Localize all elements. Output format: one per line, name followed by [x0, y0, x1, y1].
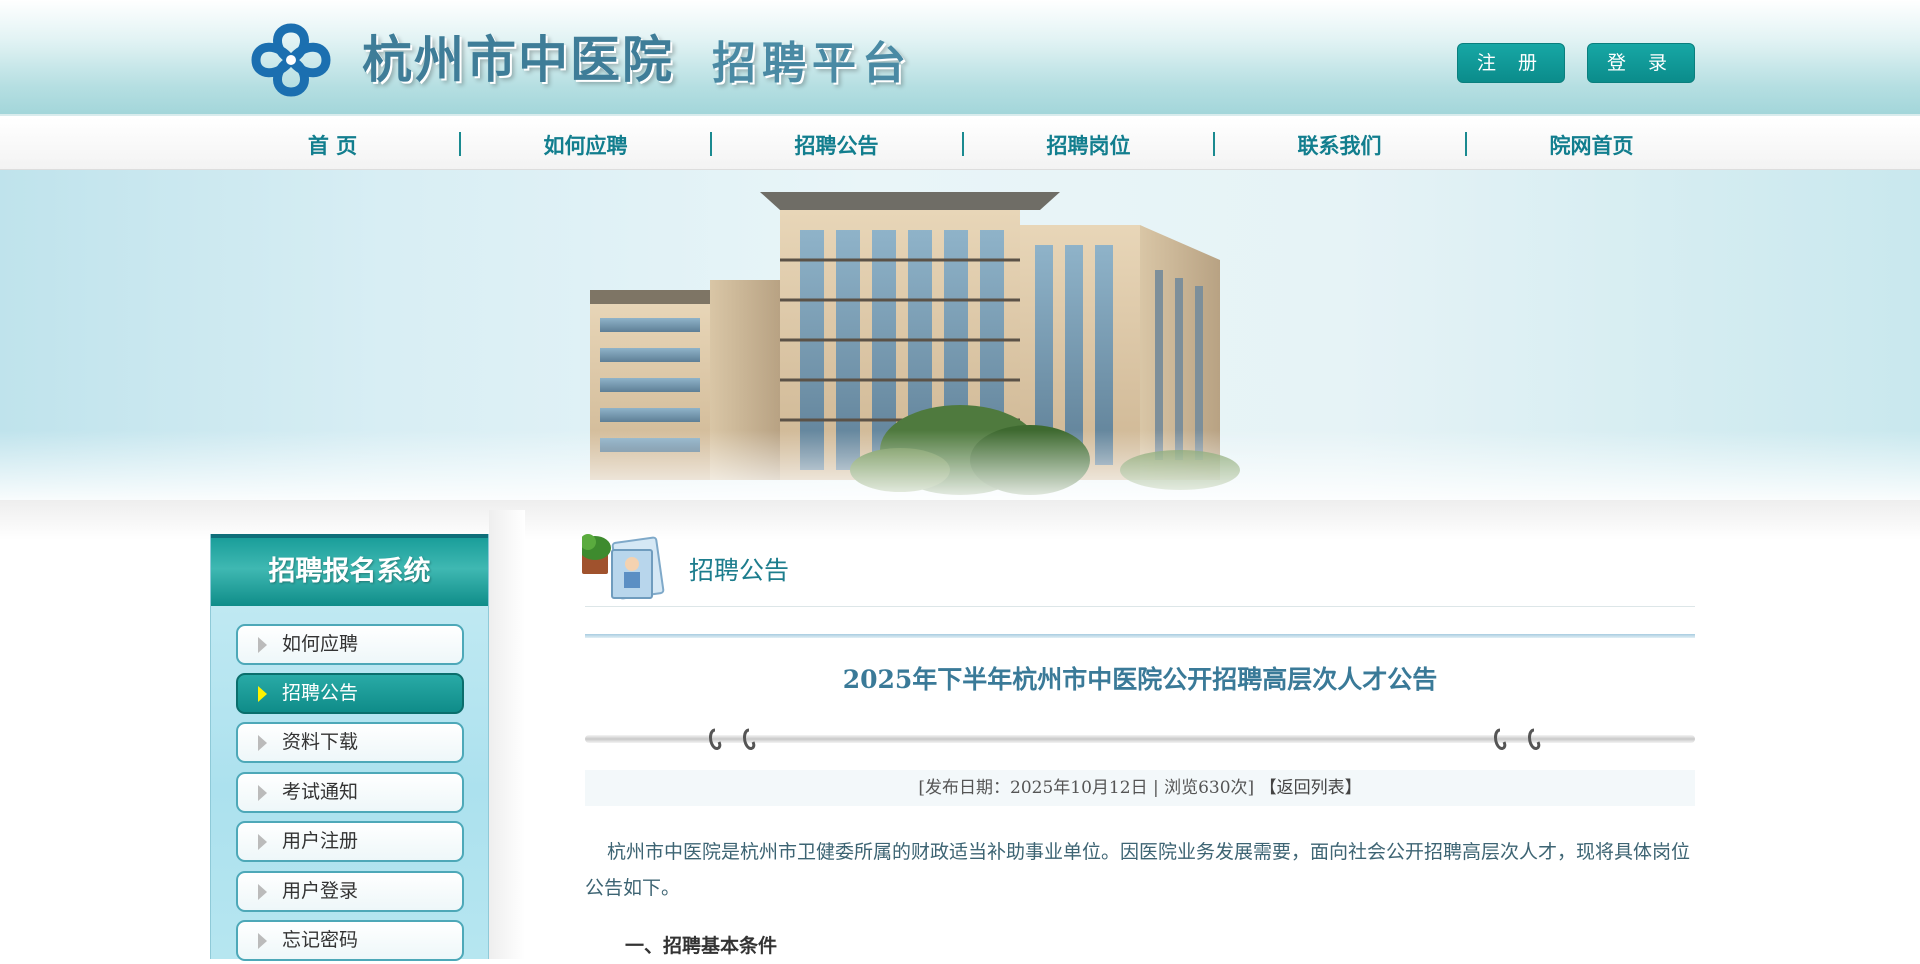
- hospital-logo-icon: [251, 23, 331, 97]
- announcement-icon: [582, 534, 665, 600]
- publish-info: [发布日期：2025年10月12日 | 浏览630次]: [918, 778, 1255, 798]
- sidebar-item-label: 招聘公告: [282, 682, 359, 704]
- site-header: 杭州市中医院 招聘平台 注 册 登 录: [0, 0, 1920, 116]
- sidebar-item-user-login[interactable]: 用户登录: [236, 871, 464, 912]
- site-title: 杭州市中医院: [362, 31, 674, 89]
- sidebar-item-label: 用户登录: [282, 880, 359, 902]
- article-meta: [发布日期：2025年10月12日 | 浏览630次] 【返回列表】: [585, 770, 1695, 806]
- sidebar-item-label: 忘记密码: [282, 929, 359, 951]
- article-title: 2025年下半年杭州市中医院公开招聘高层次人才公告: [842, 665, 1438, 694]
- sidebar-item-how-to-apply[interactable]: 如何应聘: [236, 624, 464, 665]
- nav-item-how-to-apply[interactable]: 如何应聘: [460, 118, 711, 170]
- nav-item-contact[interactable]: 联系我们: [1214, 118, 1465, 170]
- hero-banner: [0, 170, 1920, 500]
- sidebar-title: 招聘报名系统: [211, 534, 488, 606]
- sidebar-item-user-register[interactable]: 用户注册: [236, 821, 464, 862]
- divider: [585, 634, 1695, 638]
- section-title: 招聘公告: [689, 556, 790, 585]
- register-button[interactable]: 注 册: [1457, 43, 1565, 83]
- clip-icon: [709, 728, 756, 750]
- login-button[interactable]: 登 录: [1587, 43, 1695, 83]
- hospital-building-image: [590, 192, 1240, 495]
- triangle-right-icon: [258, 834, 267, 850]
- sidebar-item-label: 用户注册: [282, 830, 359, 852]
- sidebar-item-exam-notice[interactable]: 考试通知: [236, 772, 464, 813]
- article-intro: 杭州市中医院是杭州市卫健委所属的财政适当补助事业单位。因医院业务发展需要，面向社…: [585, 841, 1691, 899]
- nav-item-hospital-site[interactable]: 院网首页: [1466, 118, 1717, 170]
- nav-item-announcements[interactable]: 招聘公告: [711, 118, 962, 170]
- site-subtitle: 招聘平台: [712, 38, 912, 89]
- sidebar-item-label: 资料下载: [282, 731, 359, 753]
- back-to-list-link[interactable]: 【返回列表】: [1260, 778, 1362, 798]
- triangle-right-icon: [258, 686, 267, 702]
- clip-icon: [1494, 728, 1541, 750]
- main-nav: 首 页 如何应聘 招聘公告 招聘岗位 联系我们 院网首页: [0, 118, 1920, 170]
- triangle-right-icon: [258, 933, 267, 949]
- sidebar-item-announcements[interactable]: 招聘公告: [236, 673, 464, 714]
- triangle-right-icon: [258, 884, 267, 900]
- divider: [585, 606, 1695, 607]
- sidebar-item-label: 考试通知: [282, 781, 359, 803]
- column-divider: [489, 510, 525, 959]
- triangle-right-icon: [258, 735, 267, 751]
- sidebar-item-forgot-password[interactable]: 忘记密码: [236, 920, 464, 961]
- triangle-right-icon: [258, 637, 267, 653]
- nav-item-home[interactable]: 首 页: [207, 118, 458, 170]
- sidebar: 招聘报名系统 如何应聘 招聘公告 资料下载 考试通知 用户注册 用户登录 忘记密…: [210, 534, 489, 961]
- sidebar-item-downloads[interactable]: 资料下载: [236, 722, 464, 763]
- nav-item-positions[interactable]: 招聘岗位: [963, 118, 1214, 170]
- sidebar-item-label: 如何应聘: [282, 633, 359, 655]
- triangle-right-icon: [258, 785, 267, 801]
